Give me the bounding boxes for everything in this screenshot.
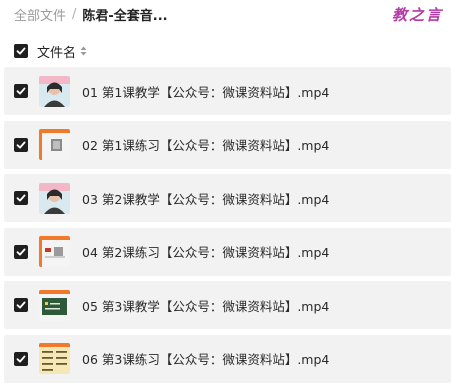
file-checkbox[interactable] [14, 84, 28, 98]
file-list: 01 第1课教学【公众号：微课资料站】.mp4 02 第1课练习【公众号：微课资… [4, 67, 451, 388]
file-checkbox[interactable] [14, 244, 28, 259]
file-name[interactable]: 01 第1课教学【公众号：微课资料站】.mp4 [82, 82, 329, 101]
teacher-video-thumb [39, 182, 70, 214]
file-row[interactable]: 02 第1课练习【公众号：微课资料站】.mp4 [4, 120, 451, 169]
filename-column-header[interactable]: 文件名 [37, 42, 76, 61]
watermark-logo: 教之言 [391, 6, 443, 24]
file-row[interactable]: 04 第2课练习【公众号：微课资料站】.mp4 [4, 227, 451, 276]
file-name[interactable]: 03 第2课教学【公众号：微课资料站】.mp4 [82, 189, 329, 208]
select-all-checkbox[interactable] [14, 44, 28, 58]
worksheet-thumb [39, 343, 70, 374]
file-name[interactable]: 05 第3课教学【公众号：微课资料站】.mp4 [82, 296, 329, 315]
checkmark-icon [16, 87, 26, 95]
chalkboard-thumb [39, 289, 70, 321]
practice-slide-thumb [39, 129, 70, 160]
breadcrumb: 全部文件 / 陈君-全套音... [14, 4, 168, 24]
file-row[interactable]: 06 第3课练习【公众号：微课资料站】.mp4 [4, 334, 451, 383]
checkmark-icon [16, 47, 26, 55]
breadcrumb-separator: / [72, 6, 77, 22]
breadcrumb-current-folder: 陈君-全套音... [82, 8, 168, 24]
checkmark-icon [16, 194, 26, 202]
file-row[interactable]: 03 第2课教学【公众号：微课资料站】.mp4 [4, 174, 451, 222]
checkmark-icon [16, 355, 26, 362]
practice-slide-thumb [39, 236, 70, 267]
checkmark-icon [16, 301, 26, 309]
file-checkbox[interactable] [14, 298, 28, 312]
file-checkbox[interactable] [14, 351, 28, 366]
file-name[interactable]: 04 第2课练习【公众号：微课资料站】.mp4 [82, 242, 329, 261]
file-checkbox[interactable] [14, 191, 28, 205]
list-header: 文件名 [14, 42, 87, 61]
breadcrumb-root-link[interactable]: 全部文件 [14, 5, 66, 24]
checkmark-icon [16, 141, 26, 148]
file-checkbox[interactable] [14, 137, 28, 152]
file-name[interactable]: 02 第1课练习【公众号：微课资料站】.mp4 [82, 135, 329, 154]
file-row[interactable]: 01 第1课教学【公众号：微课资料站】.mp4 [4, 67, 451, 115]
sort-updown-icon[interactable] [80, 46, 87, 56]
teacher-video-thumb [39, 75, 70, 107]
file-name[interactable]: 06 第3课练习【公众号：微课资料站】.mp4 [82, 349, 329, 368]
file-row[interactable]: 05 第3课教学【公众号：微课资料站】.mp4 [4, 281, 451, 329]
checkmark-icon [16, 248, 26, 255]
